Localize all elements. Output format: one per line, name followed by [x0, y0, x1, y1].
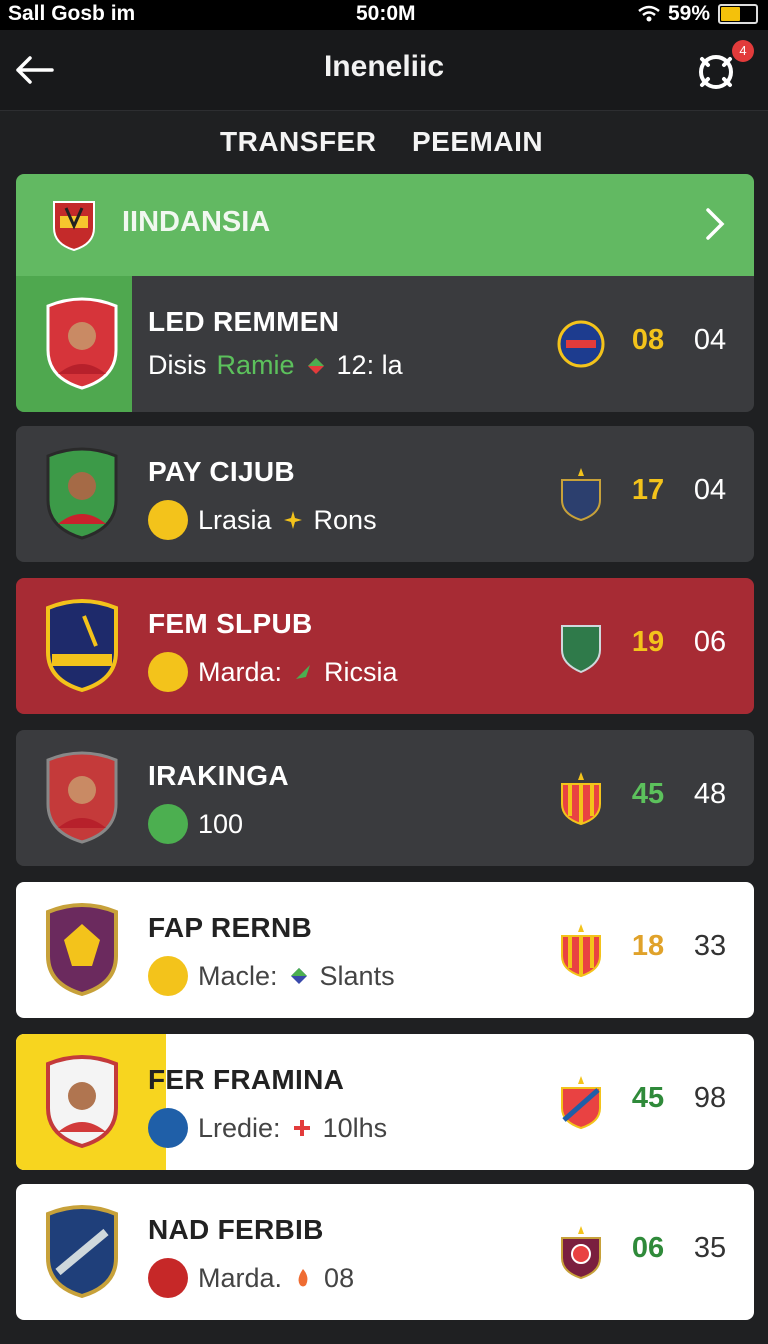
detail-c: Rons — [313, 504, 377, 535]
score-primary: 45 — [631, 778, 665, 810]
detail-a: Marda. — [198, 1262, 283, 1293]
player-card[interactable]: LED REMMEN Disis Ramie 12: la 08 04 — [16, 276, 754, 412]
score-primary: 08 — [631, 324, 665, 356]
status-right: 59% — [638, 2, 758, 26]
player-card[interactable]: FEM SLPUB Marda: Ricsia 19 06 — [16, 578, 754, 714]
club-mini-icon — [148, 1258, 188, 1298]
detail-a: Lrasia — [198, 504, 272, 535]
club-crest-icon — [46, 1205, 118, 1298]
detail-b: Ramie — [216, 350, 295, 380]
score-primary: 19 — [631, 626, 665, 658]
score-secondary: 33 — [693, 930, 727, 962]
club-badge-icon — [561, 625, 601, 674]
detail-c: Slants — [319, 960, 395, 991]
player-name: FEM SLPUB — [148, 608, 313, 639]
player-name: LED REMMEN — [148, 306, 340, 337]
club-badge-icon — [561, 924, 601, 978]
club-crest-icon — [46, 903, 118, 996]
score-primary: 06 — [631, 1232, 665, 1264]
club-crest-icon — [46, 599, 118, 692]
battery-percent: 59% — [667, 2, 710, 25]
detail-a: Marda: — [198, 656, 283, 687]
player-avatar — [46, 1055, 118, 1148]
player-details: Marda: Ricsia — [148, 652, 398, 692]
detail-a: Macle: — [198, 960, 278, 991]
club-badge-icon — [561, 1226, 601, 1280]
clock: 50:0M — [356, 2, 416, 25]
score-secondary: 35 — [693, 1232, 727, 1264]
diamond-icon — [307, 357, 324, 374]
club-mini-icon — [148, 500, 188, 540]
notification-badge: 4 — [732, 40, 754, 62]
detail-c: 12: la — [336, 350, 403, 380]
tab-transfer[interactable]: TRANSFER — [220, 126, 376, 158]
player-details: 100 — [148, 804, 243, 844]
chevron-right-icon[interactable] — [702, 204, 728, 244]
status-bar: Sall Gosb im 50:0M 59% — [0, 0, 768, 30]
player-card[interactable]: IRAKINGA 100 45 48 — [16, 730, 754, 866]
score-primary: 45 — [631, 1082, 665, 1114]
club-badge-icon — [561, 772, 601, 826]
score-secondary: 06 — [693, 626, 727, 658]
score-primary: 18 — [631, 930, 665, 962]
carrier-label: Sall Gosb im — [8, 2, 136, 25]
club-mini-icon — [148, 652, 188, 692]
score-secondary: 98 — [693, 1082, 727, 1114]
score-secondary: 04 — [693, 474, 727, 506]
player-avatar — [46, 297, 118, 390]
detail-c: 10lhs — [322, 1112, 388, 1143]
player-name: FER FRAMINA — [148, 1064, 345, 1095]
plus-icon — [293, 1120, 310, 1136]
player-details: Lrasia Rons — [148, 500, 377, 540]
club-badge-icon — [561, 1076, 601, 1130]
page-title: Ineneliic — [323, 50, 445, 83]
score-secondary: 48 — [693, 778, 727, 810]
player-card[interactable]: FAP RERNB Macle: Slants 18 33 — [16, 882, 754, 1018]
detail-a: Disis — [148, 350, 207, 380]
player-card[interactable]: FER FRAMINA Lredie: 10lhs 45 98 — [16, 1034, 754, 1170]
detail-a: 100 — [198, 808, 244, 839]
diamond-icon — [290, 968, 307, 984]
club-mini-icon — [148, 956, 188, 996]
score-secondary: 04 — [693, 324, 727, 356]
player-avatar — [46, 447, 118, 540]
player-avatar — [46, 751, 118, 844]
player-name: NAD FERBIB — [148, 1214, 324, 1245]
player-card[interactable]: NAD FERBIB Marda. 08 06 35 — [16, 1184, 754, 1320]
detail-c: 08 — [324, 1262, 355, 1293]
player-details: Disis Ramie 12: la — [148, 350, 403, 381]
flame-icon — [298, 1269, 308, 1287]
player-details: Macle: Slants — [148, 956, 395, 996]
player-name: FAP RERNB — [148, 912, 312, 943]
battery-icon — [718, 4, 758, 24]
player-name: IRAKINGA — [148, 760, 289, 791]
app-header: Ineneliic 4 — [0, 30, 768, 111]
country-crest-icon — [53, 201, 95, 252]
arrow-icon — [296, 665, 311, 679]
player-details: Marda. 08 — [148, 1258, 354, 1298]
wifi-icon — [638, 5, 660, 22]
score-primary: 17 — [631, 474, 665, 506]
club-mini-icon — [148, 1108, 188, 1148]
club-badge-icon — [561, 468, 601, 522]
player-details: Lredie: 10lhs — [148, 1108, 387, 1148]
club-mini-icon — [148, 804, 188, 844]
detail-c: Ricsia — [324, 656, 398, 687]
player-name: PAY CIJUB — [148, 456, 295, 487]
player-card[interactable]: PAY CIJUB Lrasia Rons 17 04 — [16, 426, 754, 562]
section-header[interactable]: IINDANSIA — [16, 174, 754, 276]
section-title: IINDANSIA — [122, 206, 271, 238]
tab-peemain[interactable]: PEEMAIN — [412, 126, 543, 158]
tab-bar: TRANSFER PEEMAIN — [0, 112, 768, 172]
club-badge-icon — [557, 320, 605, 368]
detail-a: Lredie: — [198, 1112, 281, 1143]
sparkle-icon — [283, 511, 302, 529]
